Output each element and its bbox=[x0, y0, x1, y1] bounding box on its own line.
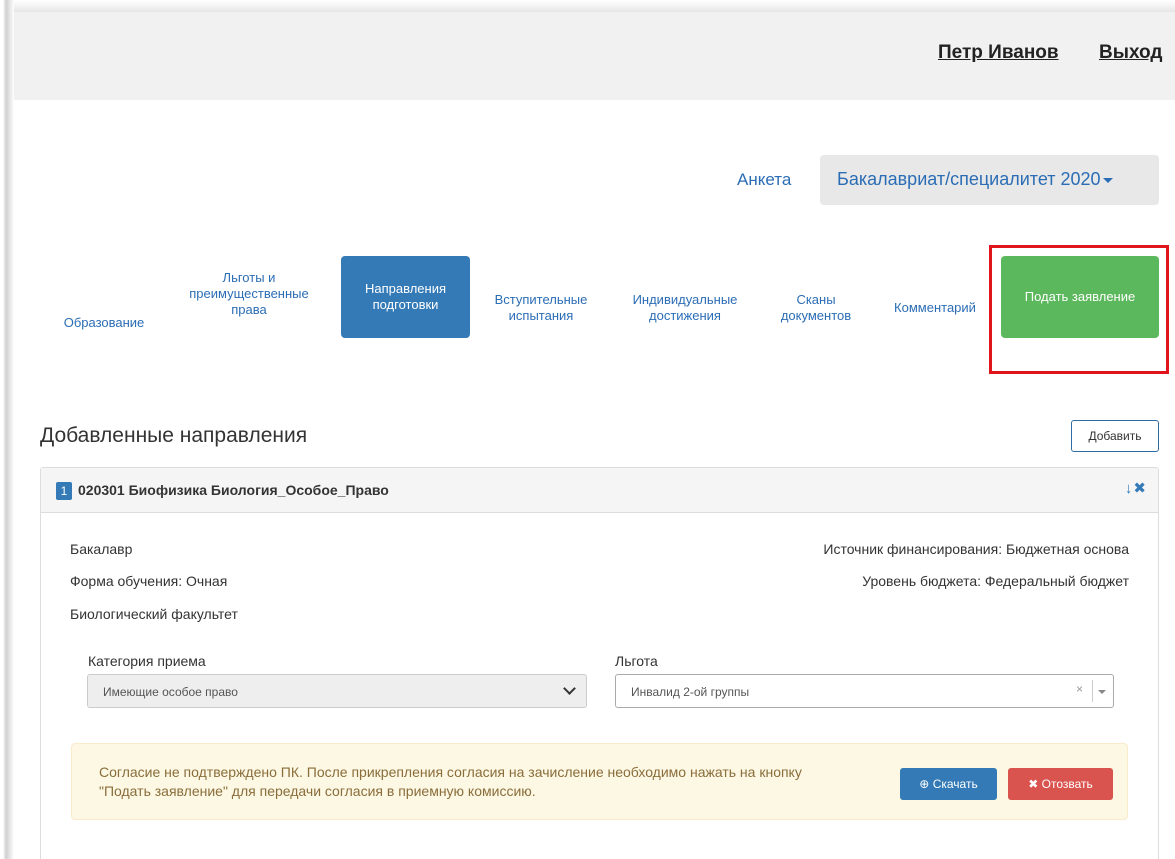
tab-education-label: Образование bbox=[63, 315, 145, 330]
revoke-button[interactable]: ✖ Отозвать bbox=[1008, 768, 1113, 800]
direction-title: 020301 Биофизика Биология_Особое_Право bbox=[78, 482, 389, 498]
category-select[interactable]: Имеющие особое право bbox=[87, 674, 587, 708]
direction-level: Бакалавр bbox=[70, 541, 133, 557]
direction-study-form: Форма обучения: Очная bbox=[70, 573, 228, 589]
direction-funding-source: Источник финансирования: Бюджетная основ… bbox=[823, 541, 1129, 557]
tab-directions[interactable]: Направления подготовки bbox=[341, 256, 470, 338]
panel-actions: ↓✖ bbox=[1124, 479, 1146, 497]
tab-directions-label: Направления подготовки bbox=[364, 281, 447, 312]
tab-benefits[interactable]: Льготы и преимущественные права bbox=[168, 268, 330, 320]
dropdown-arrow-icon[interactable] bbox=[1098, 690, 1106, 694]
tab-achievements-label: Индивидуальные достижения bbox=[632, 292, 738, 323]
direction-number-badge: 1 bbox=[56, 482, 72, 500]
tab-scans-label: Сканы документов bbox=[780, 292, 852, 323]
consent-alert-text: Согласие не подтверждено ПК. После прикр… bbox=[99, 764, 802, 799]
submit-application-button[interactable]: Подать заявление bbox=[1001, 256, 1159, 338]
tab-benefits-label: Льготы и преимущественные права bbox=[189, 270, 309, 317]
tab-education[interactable]: Образование bbox=[50, 297, 158, 349]
direction-budget-level: Уровень бюджета: Федеральный бюджет bbox=[862, 573, 1129, 589]
clear-icon[interactable]: × bbox=[1076, 682, 1083, 696]
select-separator bbox=[1092, 680, 1093, 702]
program-dropdown[interactable]: Бакалавриат/специалитет 2020 bbox=[820, 155, 1159, 205]
download-label: Скачать bbox=[932, 777, 978, 791]
download-button[interactable]: ⊕ Скачать bbox=[900, 768, 997, 800]
remove-icon[interactable]: ✖ bbox=[1133, 480, 1146, 497]
tab-exams-label: Вступительные испытания bbox=[494, 292, 588, 323]
direction-faculty: Биологический факультет bbox=[70, 606, 238, 622]
close-icon: ✖ bbox=[1028, 777, 1039, 791]
move-down-icon[interactable]: ↓ bbox=[1125, 480, 1133, 497]
direction-panel-heading: 1 020301 Биофизика Биология_Особое_Право… bbox=[41, 468, 1158, 513]
tab-comment[interactable]: Комментарий bbox=[882, 282, 988, 334]
top-bar: Петр Иванов Выход bbox=[14, 12, 1175, 100]
revoke-label: Отозвать bbox=[1041, 777, 1093, 791]
section-title: Добавленные направления bbox=[40, 424, 308, 447]
consent-alert: Согласие не подтверждено ПК. После прикр… bbox=[71, 743, 1128, 820]
logout-link[interactable]: Выход bbox=[1099, 42, 1162, 64]
add-direction-button[interactable]: Добавить bbox=[1071, 420, 1159, 452]
category-select-value: Имеющие особое право bbox=[103, 685, 238, 699]
tab-comment-label: Комментарий bbox=[894, 300, 976, 315]
caret-down-icon bbox=[1102, 177, 1113, 183]
tab-achievements[interactable]: Индивидуальные достижения bbox=[620, 282, 750, 334]
screenshot-frame-left bbox=[0, 0, 14, 859]
download-icon: ⊕ bbox=[919, 777, 930, 791]
tab-exams[interactable]: Вступительные испытания bbox=[482, 282, 600, 334]
user-name-link[interactable]: Петр Иванов bbox=[938, 42, 1059, 64]
category-label: Категория приема bbox=[88, 653, 206, 669]
benefit-select[interactable]: Инвалид 2-ой группы × bbox=[615, 674, 1114, 708]
benefit-select-value: Инвалид 2-ой группы bbox=[631, 685, 750, 699]
benefit-label: Льгота bbox=[615, 653, 658, 669]
tab-scans[interactable]: Сканы документов bbox=[766, 282, 866, 334]
chevron-down-icon bbox=[563, 682, 576, 695]
program-dropdown-label: Бакалавриат/специалитет 2020 bbox=[837, 169, 1101, 189]
anketa-link[interactable]: Анкета bbox=[737, 170, 791, 190]
screenshot-frame-top bbox=[0, 0, 1175, 12]
